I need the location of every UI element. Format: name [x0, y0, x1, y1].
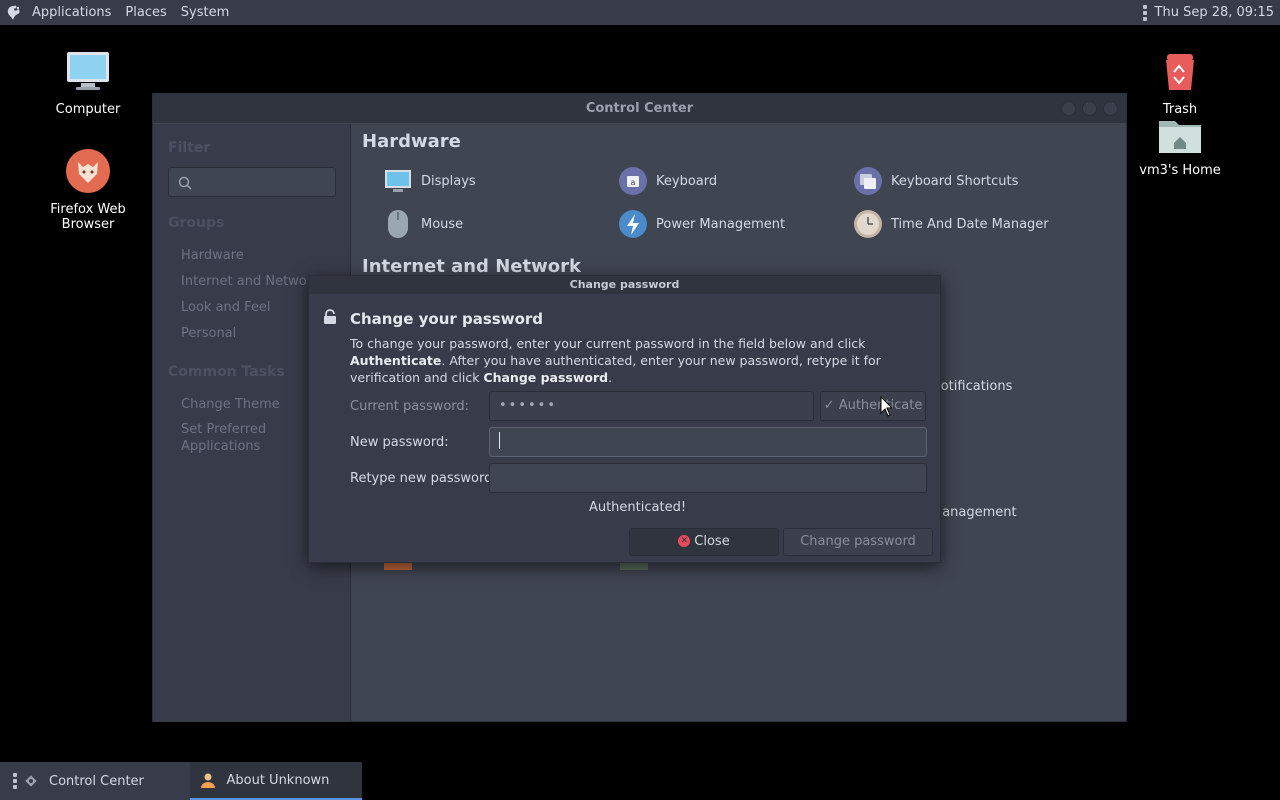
- search-icon: [178, 175, 192, 194]
- authenticate-button[interactable]: ✓ Authenticate: [820, 391, 926, 421]
- display-icon: [383, 166, 413, 196]
- task-about-unknown[interactable]: About Unknown: [190, 762, 362, 800]
- close-button[interactable]: ✕ Close: [629, 528, 779, 556]
- window-titlebar[interactable]: Control Center: [153, 94, 1126, 123]
- lock-icon: [323, 309, 337, 329]
- change-password-dialog: Change password Change your password To …: [308, 275, 941, 563]
- auth-status: Authenticated!: [588, 500, 687, 515]
- close-window-button[interactable]: [1103, 101, 1118, 116]
- groups-heading: Groups: [168, 215, 225, 231]
- sidebar-item-internet[interactable]: Internet and Network: [181, 273, 321, 290]
- section-title-internet: Internet and Network: [362, 256, 581, 277]
- svg-text:a: a: [631, 178, 636, 187]
- menu-applications[interactable]: Applications: [26, 0, 119, 25]
- clock[interactable]: Thu Sep 28, 09:15: [1153, 5, 1280, 20]
- power-icon: [618, 209, 648, 239]
- dialog-description: To change your password, enter your curr…: [350, 335, 935, 386]
- home-folder-icon: [1159, 121, 1201, 153]
- item-label: Keyboard Shortcuts: [891, 173, 1019, 189]
- retype-password-field[interactable]: [489, 463, 927, 493]
- desc-bold: Authenticate: [350, 353, 442, 368]
- item-label: Keyboard: [656, 173, 718, 189]
- taskbar-handle-icon[interactable]: [13, 773, 17, 789]
- item-notifications[interactable]: Notifications: [931, 379, 1012, 394]
- task-preferred-apps[interactable]: Set Preferred Applications: [181, 421, 291, 455]
- item-label: Notifications: [931, 379, 1013, 394]
- item-label: Mouse: [421, 216, 464, 232]
- item-time-date[interactable]: Time And Date Manager: [853, 209, 1049, 239]
- item-keyboard[interactable]: a Keyboard: [618, 166, 717, 196]
- desktop-icon-home[interactable]: vm3's Home: [1115, 113, 1245, 178]
- item-label: Time And Date Manager: [891, 216, 1049, 232]
- control-center-icon: [23, 773, 39, 789]
- current-password-label: Current password:: [350, 399, 470, 414]
- firefox-icon: [66, 149, 110, 193]
- main-menu: Applications Places System: [0, 0, 237, 25]
- menu-places[interactable]: Places: [119, 0, 174, 25]
- sidebar-item-personal[interactable]: Personal: [181, 325, 321, 342]
- close-label: Close: [694, 534, 730, 549]
- menu-system[interactable]: System: [175, 0, 237, 25]
- bottom-taskbar: Control Center About Unknown: [0, 762, 362, 800]
- task-change-theme[interactable]: Change Theme: [181, 396, 321, 413]
- dialog-titlebar[interactable]: Change password: [309, 276, 940, 294]
- item-label: Power Management: [656, 216, 786, 232]
- desktop-icon-trash[interactable]: Trash: [1115, 48, 1245, 117]
- mouse-pointer-icon: [880, 395, 894, 422]
- filter-input[interactable]: [168, 167, 336, 197]
- task-label: Control Center: [49, 773, 144, 789]
- task-control-center[interactable]: Control Center: [23, 762, 190, 800]
- retype-password-label: Retype new password:: [350, 471, 497, 486]
- keyboard-shortcuts-icon: [853, 166, 883, 196]
- item-management[interactable]: Management: [931, 505, 1017, 520]
- task-label: About Unknown: [226, 772, 330, 788]
- desc-bold: Change password: [483, 370, 609, 385]
- item-mouse[interactable]: Mouse: [383, 209, 463, 239]
- desc-text: .: [608, 370, 613, 385]
- maximize-button[interactable]: [1082, 101, 1097, 116]
- item-power-management[interactable]: Power Management: [618, 209, 785, 239]
- current-password-field[interactable]: ••••••: [489, 391, 814, 421]
- user-icon: [200, 772, 216, 788]
- gnome-foot-icon[interactable]: [0, 0, 26, 25]
- common-tasks-heading: Common Tasks: [168, 364, 285, 380]
- item-label: Displays: [421, 173, 476, 189]
- desktop-icon-label: Computer: [55, 102, 121, 117]
- minimize-button[interactable]: [1061, 101, 1076, 116]
- check-icon: ✓: [823, 398, 835, 413]
- desktop-icon-computer[interactable]: Computer: [23, 48, 153, 117]
- top-panel: Applications Places System Thu Sep 28, 0…: [0, 0, 1280, 25]
- change-password-button[interactable]: Change password: [783, 528, 933, 556]
- section-title-hardware: Hardware: [362, 131, 461, 152]
- trash-icon: [1166, 54, 1194, 90]
- desktop-icon-label: vm3's Home: [1139, 163, 1221, 178]
- desktop-icon-firefox[interactable]: Firefox Web Browser: [23, 148, 153, 232]
- sidebar-item-look-and-feel[interactable]: Look and Feel: [181, 299, 321, 316]
- desc-text: To change your password, enter your curr…: [350, 336, 866, 351]
- new-password-field[interactable]: [489, 427, 927, 457]
- new-password-label: New password:: [350, 435, 449, 450]
- sidebar-item-hardware[interactable]: Hardware: [181, 247, 321, 264]
- window-title: Control Center: [585, 101, 694, 116]
- panel-right: Thu Sep 28, 09:15: [1139, 0, 1280, 25]
- mouse-icon: [383, 209, 413, 239]
- text-caret: [499, 432, 500, 449]
- desktop-icon-label: Firefox Web Browser: [50, 202, 126, 232]
- keyboard-icon: a: [618, 166, 648, 196]
- computer-icon: [67, 52, 109, 90]
- item-label: Management: [931, 505, 1017, 520]
- filter-heading: Filter: [168, 140, 211, 156]
- item-displays[interactable]: Displays: [383, 166, 476, 196]
- window-buttons: [1061, 101, 1118, 116]
- clock-icon: [853, 209, 883, 239]
- panel-handle-icon[interactable]: [1142, 4, 1147, 21]
- item-keyboard-shortcuts[interactable]: Keyboard Shortcuts: [853, 166, 1018, 196]
- dialog-heading: Change your password: [350, 310, 544, 328]
- close-icon: ✕: [678, 534, 691, 547]
